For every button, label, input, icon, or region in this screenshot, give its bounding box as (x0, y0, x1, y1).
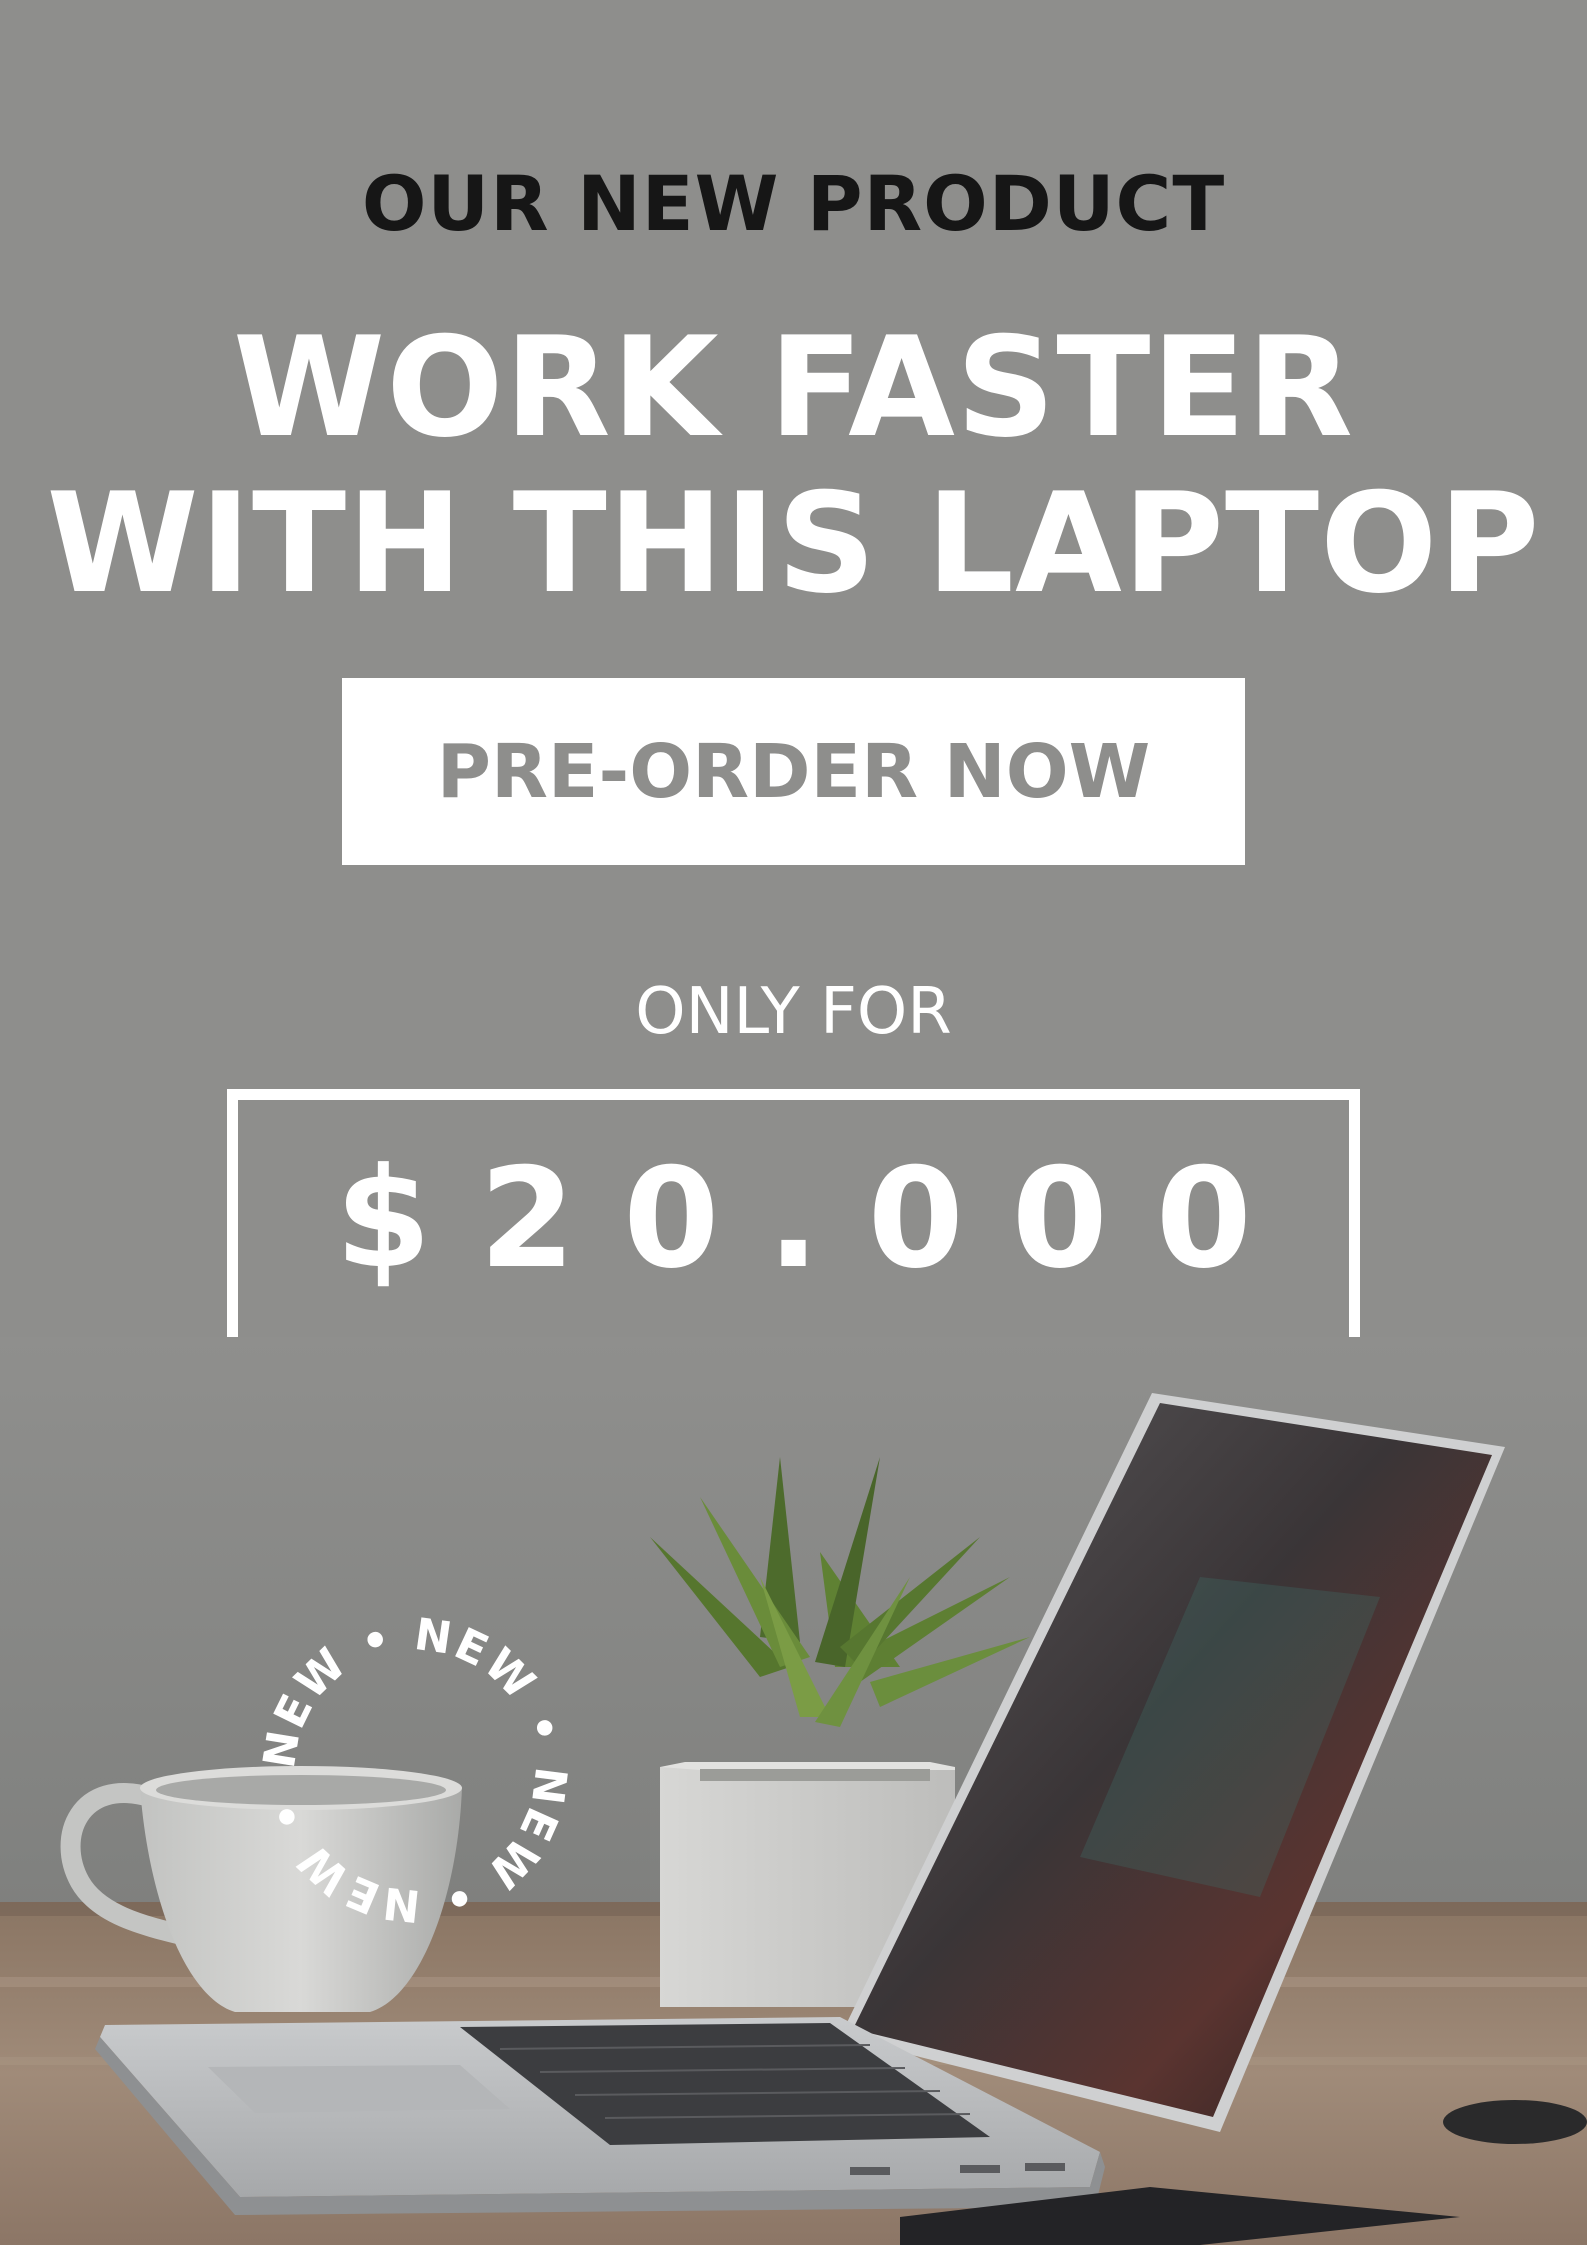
new-badge-text: NEW • NEW • NEW • NEW • NEW • (225, 1565, 574, 1931)
only-for-label: ONLY FOR (635, 975, 952, 1049)
desk-scene-illustration (0, 1337, 1587, 2245)
poster: OUR NEW PRODUCT WORK FASTER WITH THIS LA… (0, 0, 1587, 2245)
headline: WORK FASTER WITH THIS LAPTOP (0, 310, 1587, 622)
new-badge: NEW • NEW • NEW • NEW • NEW • (225, 1565, 580, 1935)
headline-line-1: WORK FASTER (232, 307, 1355, 468)
product-photo (0, 1337, 1587, 2245)
eyebrow-text: OUR NEW PRODUCT (361, 159, 1226, 248)
headline-line-2: WITH THIS LAPTOP (46, 463, 1541, 624)
price-box: $20.000 (227, 1089, 1360, 1348)
pre-order-button[interactable]: PRE-ORDER NOW (342, 678, 1245, 865)
price-value: $20.000 (335, 1137, 1300, 1299)
svg-text:NEW • NEW • NEW • NEW • NEW •: NEW • NEW • NEW • NEW • NEW • (250, 1605, 576, 1931)
lens-cap (1443, 2100, 1587, 2144)
